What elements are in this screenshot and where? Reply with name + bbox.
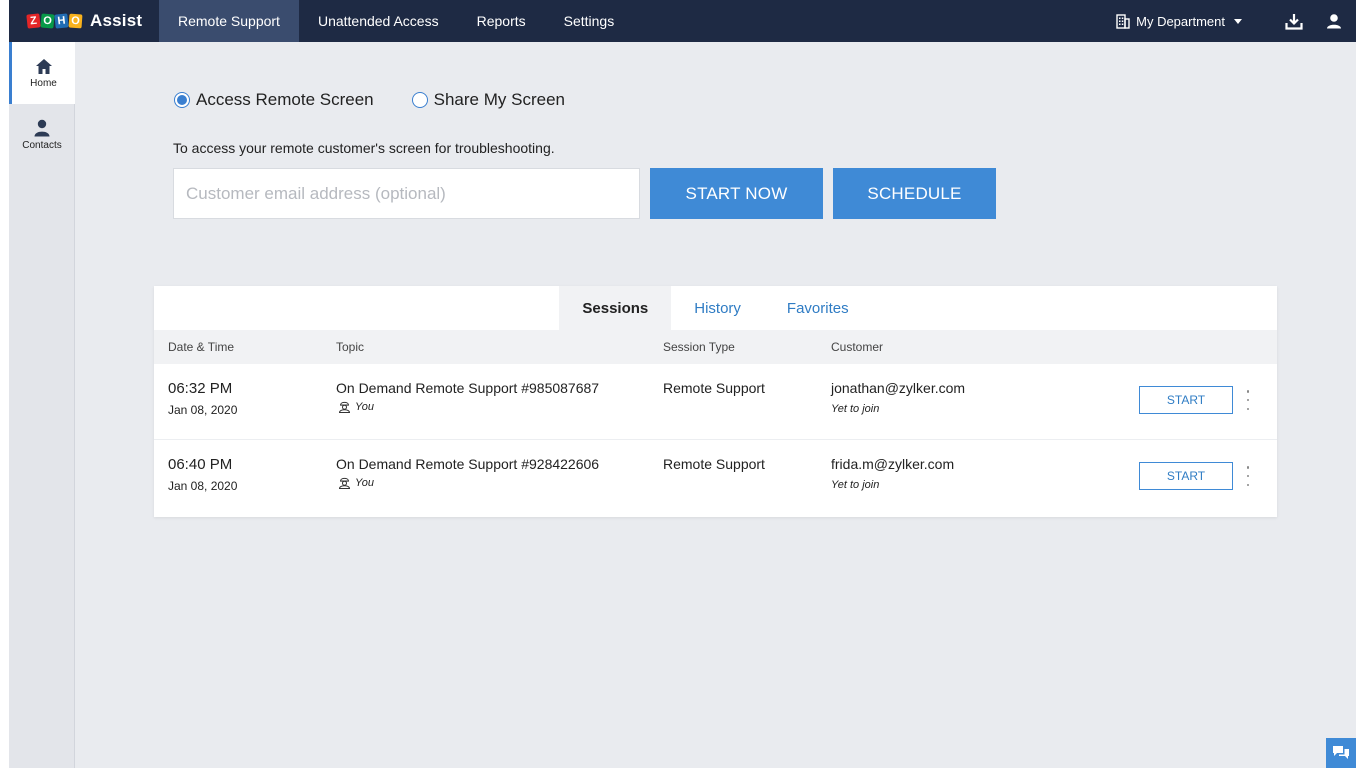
chevron-down-icon: [1234, 18, 1242, 24]
session-owner: You: [338, 476, 374, 489]
column-header-session-type: Session Type: [663, 340, 735, 354]
table-row: 06:40 PM Jan 08, 2020 On Demand Remote S…: [154, 440, 1277, 516]
column-header-customer: Customer: [831, 340, 884, 354]
logo-tile-o2: O: [68, 13, 83, 29]
nav-remote-support[interactable]: Remote Support: [159, 0, 299, 42]
tab-favorites[interactable]: Favorites: [764, 286, 872, 330]
column-header-topic: Topic: [336, 340, 365, 354]
download-icon: [1285, 13, 1303, 30]
chat-widget-button[interactable]: [1326, 738, 1356, 768]
session-customer: jonathan@zylker.com: [831, 380, 966, 396]
schedule-button[interactable]: SCHEDULE: [833, 168, 996, 219]
nav-reports[interactable]: Reports: [458, 0, 545, 42]
contacts-icon: [34, 119, 50, 137]
building-icon: [1116, 13, 1130, 29]
session-topic: On Demand Remote Support #928422606: [336, 456, 600, 472]
session-status: Yet to join: [831, 479, 880, 491]
radio-label: Access Remote Screen: [196, 90, 374, 109]
start-session-button[interactable]: START: [1139, 462, 1233, 490]
session-status: Yet to join: [831, 403, 880, 415]
session-date: Jan 08, 2020: [168, 403, 238, 417]
radio-button-selected[interactable]: [174, 92, 190, 108]
session-type: Remote Support: [663, 380, 765, 396]
session-topic: On Demand Remote Support #985087687: [336, 380, 600, 396]
customer-email-input[interactable]: [173, 168, 640, 219]
zoho-assist-logo[interactable]: Z O H O Assist: [9, 0, 159, 42]
mode-selector: Access Remote Screen Share My Screen: [174, 90, 603, 110]
session-type: Remote Support: [663, 456, 765, 472]
main-nav: Remote Support Unattended Access Reports…: [159, 0, 633, 42]
session-owner: You: [338, 400, 374, 413]
session-date: Jan 08, 2020: [168, 479, 238, 493]
app-frame: Z O H O Assist Remote Support Unattended…: [9, 0, 1356, 768]
radio-access-remote-screen[interactable]: Access Remote Screen: [174, 90, 374, 110]
radio-button-unselected[interactable]: [411, 92, 428, 108]
radio-share-my-screen[interactable]: Share My Screen: [411, 90, 565, 110]
radio-label: Share My Screen: [433, 90, 565, 109]
tab-sessions[interactable]: Sessions: [559, 286, 672, 330]
logo-tile-z: Z: [26, 13, 41, 29]
sessions-card: Sessions History Favorites Date & Time T…: [154, 286, 1277, 517]
user-profile-button[interactable]: [1324, 11, 1344, 31]
sidebar-item-home[interactable]: Home: [9, 42, 75, 104]
logo-tile-o1: O: [40, 13, 55, 29]
chat-bubbles-icon: [1333, 746, 1349, 759]
start-session-button[interactable]: START: [1139, 386, 1233, 414]
session-customer: frida.m@zylker.com: [831, 456, 955, 472]
session-owner-label: You: [355, 476, 374, 489]
session-owner-label: You: [355, 400, 374, 413]
sidebar-item-label: Home: [30, 77, 57, 89]
more-options-icon[interactable]: [1244, 390, 1252, 410]
user-icon: [1327, 14, 1341, 29]
table-header: Date & Time Topic Session Type Customer: [154, 330, 1277, 364]
session-time: 06:40 PM: [168, 456, 233, 473]
technician-icon: [338, 401, 351, 413]
session-time: 06:32 PM: [168, 380, 233, 397]
top-bar: Z O H O Assist Remote Support Unattended…: [9, 0, 1356, 42]
tab-history[interactable]: History: [671, 286, 764, 330]
logo-tile-h: H: [54, 13, 69, 29]
sidebar: Home Contacts: [9, 42, 75, 768]
sidebar-item-contacts[interactable]: Contacts: [9, 104, 75, 166]
sidebar-item-label: Contacts: [22, 140, 62, 151]
mode-description: To access your remote customer's screen …: [173, 140, 555, 156]
department-label: My Department: [1136, 13, 1225, 29]
topbar-actions: My Department: [1116, 0, 1356, 42]
download-button[interactable]: [1284, 11, 1304, 31]
sessions-tabs: Sessions History Favorites: [154, 286, 1277, 330]
department-selector[interactable]: My Department: [1116, 14, 1242, 29]
start-now-button[interactable]: START NOW: [650, 168, 823, 219]
table-row: 06:32 PM Jan 08, 2020 On Demand Remote S…: [154, 364, 1277, 440]
zoho-logo-tiles: Z O H O: [26, 13, 83, 29]
column-header-date-time: Date & Time: [168, 340, 235, 354]
app-name: Assist: [90, 11, 143, 30]
nav-unattended-access[interactable]: Unattended Access: [299, 0, 458, 42]
home-icon: [35, 58, 52, 74]
nav-settings[interactable]: Settings: [545, 0, 634, 42]
technician-icon: [338, 477, 351, 489]
more-options-icon[interactable]: [1244, 466, 1252, 486]
